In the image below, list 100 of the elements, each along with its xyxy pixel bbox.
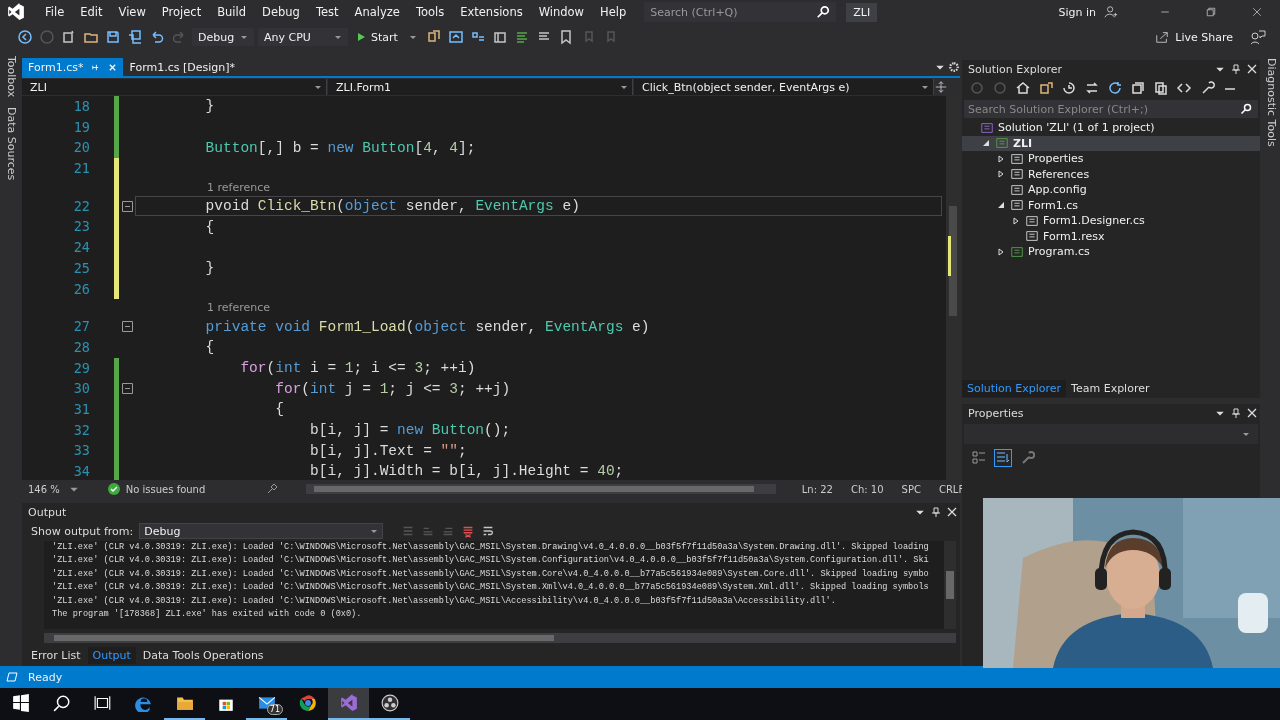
save-all-icon[interactable] [127,29,143,45]
tree-item[interactable]: Form1.resx [962,228,1260,244]
menu-item[interactable]: Tools [407,5,453,19]
scrollbar[interactable] [44,633,956,643]
search-field[interactable]: Search Solution Explorer (Ctrl+;) [964,100,1258,118]
pin-icon[interactable] [1231,64,1241,74]
code-line: b[i, j] = new Button(); [309,420,512,440]
split-icon[interactable] [935,81,947,93]
output-line: 'ZLI.exe' (CLR v4.0.30319: ZLI.exe): Loaded 'C:\WINDOWS\Microsoft.Net\assembly\GAC_MSIL\System.Configuration\v4.0_4.0.0.0__b03f5f7f11d50a3a\System.Configuration.dll'. Ski [52,554,929,568]
tree-item[interactable]: Form1.cs [962,197,1260,213]
menu-item[interactable]: Window [530,5,592,19]
panel-tab[interactable]: Team Explorer [1066,379,1155,397]
menu-item[interactable]: Build [209,5,255,19]
tree-item[interactable]: Program.cs [962,244,1260,260]
panel-tab[interactable]: Error List [26,646,86,664]
collapse-icon[interactable] [122,321,133,333]
scrollbar[interactable] [305,484,776,494]
categorized-icon[interactable] [971,450,987,466]
solution-icon [980,120,994,135]
collapse-arrow-icon[interactable] [982,139,990,148]
code-line: b[i, j].Text = ""; [309,441,468,461]
menu-item[interactable]: View [110,5,154,19]
menu-item[interactable]: Extensions [452,5,531,19]
tree-item[interactable]: App.config [962,182,1260,198]
taskbar-button[interactable]: 71 [246,688,287,720]
line-number: 31 [72,399,90,419]
tree-item[interactable]: Form1.Designer.cs [962,213,1260,229]
issues-status[interactable]: No issues found [125,483,246,495]
history-icon[interactable] [1061,80,1077,96]
sign-in-link[interactable]: Sign in [1058,5,1096,19]
tree-item[interactable]: ZLI [962,135,1260,151]
line-number: 27 [72,317,90,337]
document-tab[interactable]: Form1.cs [Design]* [123,58,242,76]
close-icon[interactable] [1247,64,1257,74]
code-lens[interactable]: 1 reference [207,178,271,196]
close-icon[interactable] [947,507,957,517]
tree-item[interactable]: References [962,166,1260,182]
tree-item[interactable]: Properties [962,151,1260,167]
code-lens[interactable]: 1 reference [207,299,271,317]
side-tab[interactable]: Diagnostic Tools [1264,58,1278,147]
menu-item[interactable]: Test [307,5,347,19]
platform-dropdown[interactable]: Any CPU [258,28,348,46]
zoom-level[interactable]: 146 % [28,483,60,495]
step-over-icon[interactable] [491,29,508,45]
restore-icon[interactable] [1205,6,1217,18]
configuration-dropdown[interactable]: Debug [192,28,254,46]
output-source-dropdown[interactable]: Debug [139,523,384,539]
menu-item[interactable]: Debug [254,5,308,19]
start-button[interactable]: Start [350,30,423,44]
line-number: 20 [72,138,90,158]
tree-item[interactable]: Solution 'ZLI' (1 of 1 project) [962,120,1260,136]
settings-icon[interactable] [948,61,960,73]
expand-arrow-icon[interactable] [997,170,1005,179]
alphabetical-icon[interactable] [995,450,1011,466]
expand-arrow-icon[interactable] [1012,216,1020,225]
side-tab[interactable]: Toolbox [4,56,18,98]
back-icon[interactable] [17,29,33,45]
panel-tab[interactable]: Data Tools Operations [137,646,269,664]
save-icon[interactable] [105,29,121,45]
line-number: 34 [72,462,90,480]
find-icon[interactable] [425,29,442,45]
close-icon[interactable] [1247,408,1257,418]
new-project-icon[interactable] [61,29,77,45]
navigation-dropdown[interactable]: ZLI.Form1 [328,79,633,95]
undo-icon[interactable] [149,29,165,45]
menu-item[interactable]: Edit [72,5,111,19]
feedback-icon[interactable] [1250,29,1266,45]
menu-item[interactable]: Project [153,5,210,19]
word-wrap-icon[interactable] [481,524,496,538]
swap-icon[interactable] [1084,80,1100,96]
collapse-arrow-icon[interactable] [997,201,1005,210]
expand-arrow-icon[interactable] [997,154,1005,163]
sync-icon[interactable] [1038,80,1054,96]
line-number: 32 [72,420,90,440]
copy-icon[interactable] [1153,80,1169,96]
output-line: 'ZLI.exe' (CLR v4.0.30319: ZLI.exe): Loaded 'C:\WINDOWS\Microsoft.Net\assembly\GAC_MSIL\System.Xml\v4.0_4.0.0.0__b77a5c561934e089\System.Xml.dll'. Skipped loading symbols [52,581,929,595]
menu-item[interactable]: Analyze [346,5,408,19]
navigation-dropdown[interactable]: Click_Btn(object sender, EventArgs e) [634,79,934,95]
window-icon[interactable] [447,29,464,45]
scrollbar[interactable] [944,541,956,629]
refresh-icon[interactable] [1107,80,1123,96]
search-field[interactable]: Search (Ctrl+Q) [644,2,837,22]
collapse-icon[interactable] [122,200,133,212]
close-icon[interactable] [1251,6,1263,18]
panel-tab[interactable]: Solution Explorer [962,379,1067,397]
panel-tab[interactable]: Output [87,646,136,664]
navigation-dropdown[interactable]: ZLI [22,79,327,95]
side-tab[interactable]: Data Sources [4,107,18,181]
brush-icon[interactable] [265,483,278,495]
code-line: private void Form1_Load(object sender, EventArgs e) [204,317,651,337]
menu-item[interactable]: Help [592,5,635,19]
live-share-button[interactable]: Live Share [1155,30,1233,44]
collapse-icon[interactable] [122,383,133,395]
menu-item[interactable]: File [37,5,73,19]
collapse-icon[interactable] [1130,80,1146,96]
pin-icon[interactable] [1231,408,1241,418]
person-add-icon[interactable] [1104,5,1118,19]
pin-icon[interactable] [931,507,941,517]
home-icon[interactable] [1015,80,1031,96]
expand-arrow-icon[interactable] [997,247,1005,256]
